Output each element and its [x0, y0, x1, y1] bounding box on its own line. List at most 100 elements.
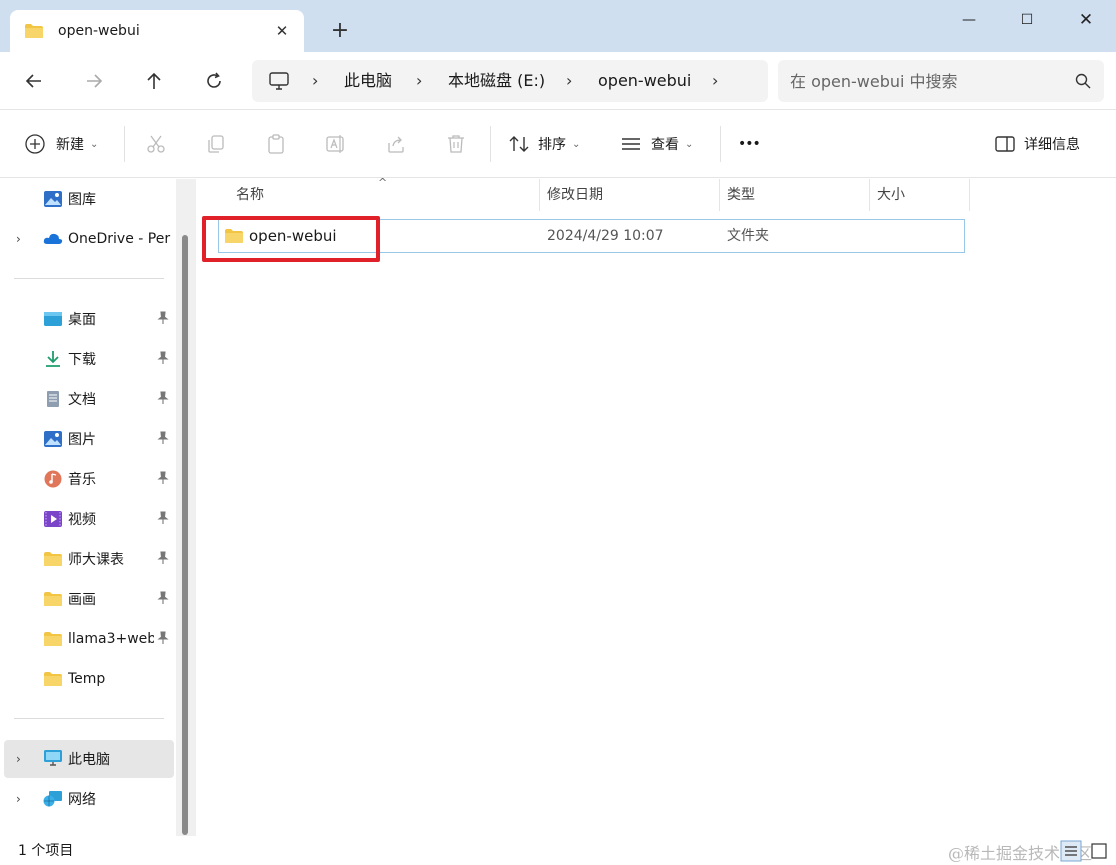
- sidebar-item-pictures[interactable]: 图片: [0, 421, 176, 457]
- column-separator[interactable]: [869, 179, 870, 211]
- toolbar-divider: [720, 126, 721, 162]
- forward-button[interactable]: [78, 66, 110, 96]
- chevron-down-icon: ⌄: [572, 138, 581, 150]
- arrow-left-icon: [25, 74, 41, 88]
- plus-circle-icon: [25, 134, 45, 154]
- breadcrumb-local-disk[interactable]: 本地磁盘 (E:): [448, 60, 545, 102]
- command-bar: 新建 ⌄ 排序 ⌄ 查看 ⌄ ••• 详细信息: [0, 110, 1116, 178]
- item-count: 1 个项目: [18, 843, 74, 859]
- pin-icon[interactable]: [156, 511, 170, 525]
- folder-icon: [44, 592, 62, 606]
- maximize-button[interactable]: ☐: [1007, 6, 1047, 34]
- toolbar-divider: [124, 126, 125, 162]
- paste-button[interactable]: [265, 130, 287, 158]
- sort-button[interactable]: 排序 ⌄: [508, 130, 580, 158]
- column-header-modified[interactable]: 修改日期: [547, 179, 603, 211]
- column-separator[interactable]: [539, 179, 540, 211]
- back-button[interactable]: [18, 66, 50, 96]
- arrow-up-icon: [147, 72, 161, 89]
- sort-ascending-icon: ^: [378, 176, 388, 189]
- breadcrumb-this-pc[interactable]: 此电脑: [344, 60, 392, 102]
- rename-button[interactable]: [325, 130, 347, 158]
- music-icon: [44, 470, 62, 488]
- details-button[interactable]: 详细信息: [994, 130, 1080, 158]
- tiles-view-icon[interactable]: [1088, 840, 1110, 862]
- new-button[interactable]: 新建 ⌄: [24, 130, 98, 158]
- pin-icon[interactable]: [156, 471, 170, 485]
- close-button[interactable]: ✕: [1066, 6, 1106, 34]
- column-header-type[interactable]: 类型: [727, 179, 755, 211]
- details-view-icon[interactable]: [1060, 840, 1082, 862]
- address-row: › 此电脑 › 本地磁盘 (E:) › open-webui ›: [0, 52, 1116, 110]
- folder-icon: [25, 24, 43, 38]
- file-type: 文件夹: [727, 228, 769, 244]
- new-label: 新建: [56, 137, 84, 153]
- sidebar-item-videos[interactable]: 视频: [0, 501, 176, 537]
- sidebar-scrollbar-thumb[interactable]: [182, 235, 188, 835]
- sidebar-item-label: llama3+web: [68, 631, 154, 647]
- sidebar-item-network[interactable]: › 网络: [0, 781, 176, 817]
- tab-open-webui[interactable]: open-webui ✕: [10, 10, 304, 52]
- sidebar-item-onedrive[interactable]: › OneDrive - Per: [0, 221, 176, 257]
- view-label: 查看: [651, 137, 679, 153]
- copy-button[interactable]: [205, 130, 227, 158]
- sidebar-divider: [14, 278, 164, 279]
- tab-close-button[interactable]: ✕: [272, 21, 292, 41]
- pin-icon[interactable]: [156, 591, 170, 605]
- pin-icon[interactable]: [156, 631, 170, 645]
- chevron-right-icon: ›: [416, 71, 423, 90]
- column-header-name[interactable]: 名称: [236, 179, 264, 211]
- chevron-right-icon[interactable]: ›: [16, 792, 21, 806]
- sort-label: 排序: [538, 137, 566, 153]
- navigation-pane: 图库 › OneDrive - Per 桌面 下载 文档 图片 音乐 视频 师大…: [0, 179, 196, 836]
- arrow-right-icon: [87, 74, 103, 88]
- sidebar-item-folder-schedule[interactable]: 师大课表: [0, 541, 176, 577]
- search-input[interactable]: [790, 60, 1060, 102]
- chevron-right-icon[interactable]: ›: [16, 752, 21, 766]
- pin-icon[interactable]: [156, 351, 170, 365]
- chevron-right-icon[interactable]: ›: [16, 232, 21, 246]
- breadcrumb-open-webui[interactable]: open-webui: [598, 60, 691, 102]
- sidebar-item-label: 网络: [68, 792, 96, 808]
- address-bar[interactable]: › 此电脑 › 本地磁盘 (E:) › open-webui ›: [252, 60, 768, 102]
- sidebar-item-this-pc[interactable]: › 此电脑: [4, 740, 174, 778]
- chevron-right-icon: ›: [712, 71, 719, 90]
- column-separator[interactable]: [719, 179, 720, 211]
- delete-button[interactable]: [445, 130, 467, 158]
- sidebar-item-desktop[interactable]: 桌面: [0, 301, 176, 337]
- pin-icon[interactable]: [156, 431, 170, 445]
- minimize-button[interactable]: —: [949, 6, 989, 34]
- new-tab-button[interactable]: +: [328, 20, 352, 44]
- view-button[interactable]: 查看 ⌄: [620, 130, 693, 158]
- computer-icon: [269, 72, 289, 90]
- pin-icon[interactable]: [156, 551, 170, 565]
- toolbar-divider: [490, 126, 491, 162]
- sidebar-divider: [14, 718, 164, 719]
- share-button[interactable]: [385, 130, 407, 158]
- column-header-size[interactable]: 大小: [877, 179, 905, 211]
- sidebar-item-gallery[interactable]: 图库: [0, 181, 176, 217]
- status-bar: 1 个项目 @稀土掘金技术社区: [0, 836, 1116, 865]
- refresh-icon: [207, 72, 221, 88]
- sidebar-item-music[interactable]: 音乐: [0, 461, 176, 497]
- sidebar-item-documents[interactable]: 文档: [0, 381, 176, 417]
- document-icon: [47, 391, 59, 407]
- up-button[interactable]: [138, 66, 170, 96]
- pin-icon[interactable]: [156, 311, 170, 325]
- share-icon: [388, 136, 404, 153]
- cut-button[interactable]: [145, 130, 167, 158]
- scissors-icon: [147, 135, 165, 153]
- sidebar-item-folder-temp[interactable]: Temp: [0, 661, 176, 697]
- refresh-button[interactable]: [198, 66, 230, 96]
- file-modified: 2024/4/29 10:07: [547, 228, 664, 244]
- sidebar-item-folder-drawing[interactable]: 画画: [0, 581, 176, 617]
- more-button[interactable]: •••: [738, 130, 761, 158]
- search-box[interactable]: [778, 60, 1104, 102]
- sidebar-item-downloads[interactable]: 下载: [0, 341, 176, 377]
- desktop-icon: [44, 312, 62, 326]
- network-icon: [43, 791, 62, 807]
- sidebar-item-folder-llama3[interactable]: llama3+web: [0, 621, 176, 657]
- column-separator[interactable]: [969, 179, 970, 211]
- pin-icon[interactable]: [156, 391, 170, 405]
- annotation-highlight-box: [202, 216, 380, 262]
